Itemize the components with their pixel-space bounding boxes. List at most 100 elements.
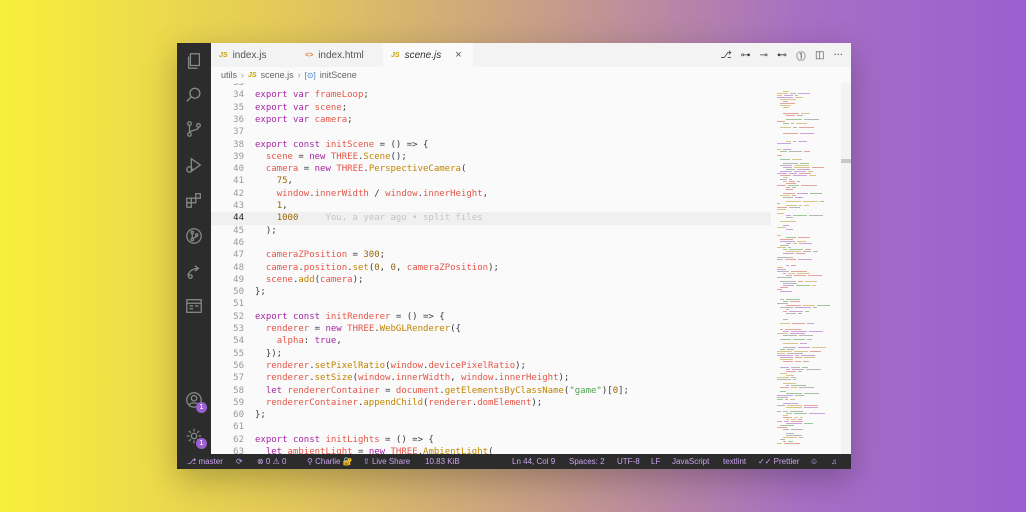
minimap-line <box>780 291 792 292</box>
split-editor-icon[interactable]: ◫ <box>815 50 824 61</box>
branch-status[interactable]: ⎇ master <box>187 454 223 469</box>
toggle-blame-icon[interactable]: ⓵ <box>796 48 806 63</box>
minimap-line <box>795 197 803 198</box>
indentation-status[interactable]: Spaces: 2 <box>569 454 605 469</box>
code-line[interactable]: 56 renderer.setPixelRatio(window.deviceP… <box>211 360 771 372</box>
code-line[interactable]: 55 }); <box>211 348 771 360</box>
tab-index-html[interactable]: <> index.html <box>297 43 383 67</box>
notifications-bell-icon[interactable]: ♫ <box>831 454 837 469</box>
source-control-icon[interactable] <box>184 119 204 139</box>
code-line[interactable]: 36 export var camera; <box>211 114 771 126</box>
minimap-line <box>783 335 797 336</box>
next-change-icon[interactable]: ⊷ <box>777 50 787 61</box>
minimap-line <box>783 301 788 302</box>
code-line[interactable]: 44 1000 You, a year ago • split files <box>211 212 771 225</box>
minimap-line <box>777 213 784 214</box>
code-line[interactable]: 54 alpha: true, <box>211 335 771 347</box>
breadcrumb-folder[interactable]: utils <box>221 70 237 80</box>
eol-status[interactable]: LF <box>651 454 660 469</box>
minimap-line <box>817 305 830 306</box>
scrollbar-thumb[interactable] <box>841 159 851 163</box>
minimap-line <box>793 339 805 340</box>
git-graph-icon[interactable] <box>184 226 204 246</box>
code-line[interactable]: 60}; <box>211 409 771 421</box>
minimap-line <box>791 271 807 272</box>
minimap-line <box>777 247 786 248</box>
file-size-status[interactable]: 10.83 KiB <box>425 454 460 469</box>
code-line[interactable]: 52 export const initRenderer = () => { <box>211 311 771 323</box>
code-line[interactable]: 41 75, <box>211 175 771 187</box>
code-line[interactable]: 34 export var frameLoop; <box>211 89 771 101</box>
minimap-line <box>780 339 791 340</box>
run-debug-icon[interactable] <box>184 155 204 175</box>
feedback-icon[interactable]: ☺ <box>810 454 818 469</box>
breadcrumb-file[interactable]: scene.js <box>261 70 294 80</box>
code-line[interactable]: 59 rendererContainer.appendChild(rendere… <box>211 397 771 409</box>
tab-index-js[interactable]: JS index.js <box>211 43 297 67</box>
code-line[interactable]: 62 export const initLights = () => { <box>211 434 771 446</box>
minimap-line <box>799 173 811 174</box>
minimap-line <box>780 239 793 240</box>
code-line[interactable]: 38 export const initScene = () => { <box>211 139 771 151</box>
minimap-line <box>792 323 805 324</box>
code-line[interactable]: 49 scene.add(camera); <box>211 274 771 286</box>
settings-gear-icon[interactable]: 1 <box>184 426 207 449</box>
explorer-icon[interactable] <box>184 51 204 71</box>
minimap-line <box>786 215 791 216</box>
line-number: 59 <box>233 397 244 408</box>
code-line[interactable]: 46 <box>211 237 771 249</box>
minimap-line <box>798 419 802 420</box>
code-line[interactable]: 43 1, <box>211 200 771 212</box>
variable-symbol-icon: [⊙] <box>304 70 316 80</box>
code-line[interactable]: 35 export var scene; <box>211 102 771 114</box>
editor-scrollbar[interactable] <box>841 83 851 454</box>
code-line[interactable]: 39 scene = new THREE.Scene(); <box>211 151 771 163</box>
sync-icon[interactable]: ⟳ <box>236 454 243 469</box>
breadcrumb: utils › JS scene.js › [⊙] initScene <box>211 67 851 83</box>
code-line[interactable]: 50}; <box>211 286 771 298</box>
minimap-line <box>780 367 789 368</box>
minimap[interactable] <box>771 83 837 454</box>
code-line[interactable]: 40 camera = new THREE.PerspectiveCamera( <box>211 163 771 175</box>
minimap-line <box>794 351 808 352</box>
prettier-status[interactable]: ✓✓ Prettier <box>758 454 799 469</box>
code-line[interactable]: 61 <box>211 421 771 433</box>
account-icon[interactable]: 1 <box>184 390 207 413</box>
close-tab-icon[interactable]: × <box>455 49 461 61</box>
code-line[interactable]: 53 renderer = new THREE.WebGLRenderer({ <box>211 323 771 335</box>
code-line[interactable]: 37 <box>211 126 771 138</box>
more-actions-icon[interactable]: ··· <box>833 50 843 61</box>
code-line[interactable]: 63 let ambientLight = new THREE.AmbientL… <box>211 446 771 454</box>
code-line[interactable]: 48 camera.position.set(0, 0, cameraZPosi… <box>211 262 771 274</box>
live-share-icon[interactable] <box>184 262 204 282</box>
code-line[interactable]: 47 cameraZPosition = 300; <box>211 249 771 261</box>
code-line[interactable]: 45 ); <box>211 225 771 237</box>
encoding-status[interactable]: UTF-8 <box>617 454 640 469</box>
code-line[interactable]: 58 let rendererContainer = document.getE… <box>211 385 771 397</box>
code-line[interactable]: 42 window.innerWidth / window.innerHeigh… <box>211 188 771 200</box>
code-line[interactable]: 57 renderer.setSize(window.innerWidth, w… <box>211 372 771 384</box>
minimap-line <box>777 143 791 144</box>
linter-status[interactable]: textlint <box>723 454 746 469</box>
open-changes-icon[interactable]: ⊶ <box>741 50 751 61</box>
code-editor[interactable]: 33 34 export var frameLoop; 35 export var sc… <box>211 83 771 454</box>
minimap-line <box>783 197 793 198</box>
language-status[interactable]: JavaScript <box>672 454 709 469</box>
user-status[interactable]: ⚲ Charlie 🔐 <box>307 454 353 469</box>
minimap-line <box>789 249 803 250</box>
minimap-line <box>777 207 787 208</box>
breadcrumb-symbol[interactable]: initScene <box>320 70 357 80</box>
line-code: let rendererContainer = document.getElem… <box>265 385 629 396</box>
cursor-position[interactable]: Ln 44, Col 9 <box>512 454 555 469</box>
remote-explorer-icon[interactable] <box>184 296 204 316</box>
problems-status[interactable]: ⊗ 0 ⚠ 0 <box>257 454 286 469</box>
previous-change-icon[interactable]: ⊸ <box>760 50 768 61</box>
line-number: 49 <box>233 274 244 285</box>
extensions-icon[interactable] <box>184 190 204 210</box>
live-share-status[interactable]: ⇪ Live Share <box>363 454 410 469</box>
search-icon[interactable] <box>184 85 204 105</box>
tab-scene-js[interactable]: JS scene.js × <box>383 43 473 67</box>
minimap-line <box>794 417 798 418</box>
compare-changes-icon[interactable]: ⎇ <box>720 50 732 61</box>
code-line[interactable]: 51 <box>211 298 771 310</box>
